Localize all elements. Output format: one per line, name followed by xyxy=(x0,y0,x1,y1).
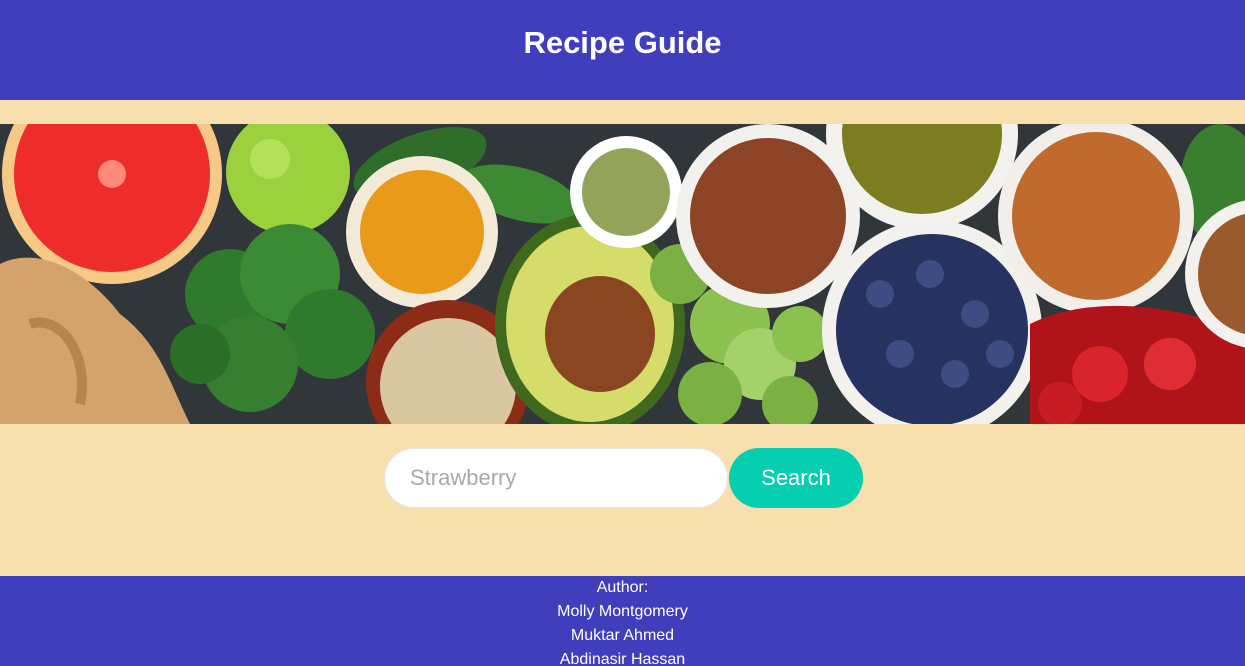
hero-banner-image xyxy=(0,124,1245,424)
author-name: Muktar Ahmed xyxy=(570,627,675,644)
site-header: Recipe Guide xyxy=(0,0,1245,100)
site-footer: Author: Molly Montgomery Muktar Ahmed Ab… xyxy=(0,576,1245,666)
author-label: Author: xyxy=(596,579,649,596)
search-button[interactable]: Search xyxy=(729,448,863,508)
author-name: Molly Montgomery xyxy=(557,603,688,620)
page-title: Recipe Guide xyxy=(523,25,722,60)
author-name: Abdinasir Hassan xyxy=(559,651,686,666)
header-spacer xyxy=(0,100,1245,124)
search-input[interactable] xyxy=(384,448,728,508)
search-section: Search xyxy=(0,424,1245,576)
